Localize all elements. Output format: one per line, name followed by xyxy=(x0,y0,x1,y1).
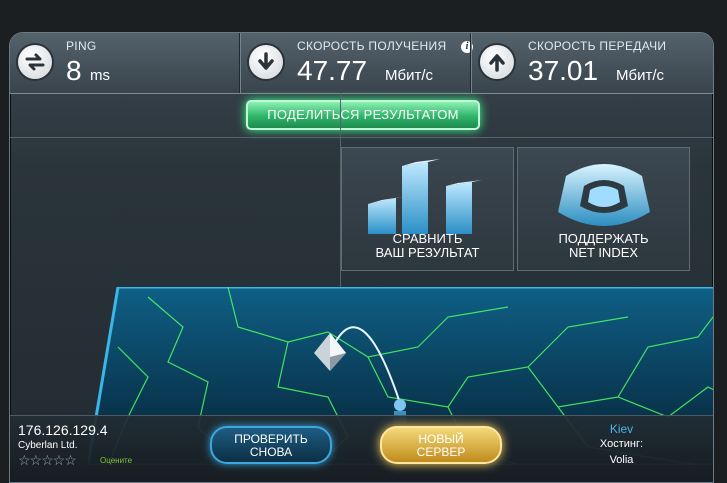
upload-unit: Мбит/с xyxy=(616,67,665,84)
download-stat: СКОРОСТЬ ПОЛУЧЕНИЯ 47.77 Мбит/с xyxy=(241,33,469,93)
upload-stat: СКОРОСТЬ ПЕРЕДАЧИ 37.01 Мбит/с xyxy=(472,33,713,93)
stat-divider xyxy=(470,33,471,93)
support-net-index-panel[interactable]: ПОДДЕРЖАТЬ NET INDEX xyxy=(517,147,690,271)
client-info: 176.126.129.4 Cyberlan Ltd. ☆☆☆☆☆ Оценит… xyxy=(10,416,180,482)
rating-stars[interactable]: ☆☆☆☆☆ xyxy=(18,452,77,469)
host-name: Volia xyxy=(609,454,634,466)
bar-chart-icon xyxy=(368,159,482,234)
download-unit: Мбит/с xyxy=(385,67,434,84)
download-value: 47.77 xyxy=(297,55,368,86)
isp-name: Cyberlan Ltd. xyxy=(18,440,78,451)
download-label: СКОРОСТЬ ПОЛУЧЕНИЯ xyxy=(297,39,447,53)
upload-arrow-icon xyxy=(480,45,514,79)
net-index-logo-icon xyxy=(558,164,650,226)
download-arrow-icon xyxy=(249,45,283,79)
new-server-button[interactable]: НОВЫЙ СЕРВЕР xyxy=(380,426,502,464)
compare-result-panel[interactable]: СРАВНИТЬ ВАШ РЕЗУЛЬТАТ xyxy=(341,147,514,271)
speedtest-frame: PING 8 ms СКОРОСТЬ ПОЛУЧЕНИЯ 47.77 Мбит/… xyxy=(9,32,714,483)
ping-stat: PING 8 ms xyxy=(10,33,238,93)
share-results-button[interactable]: ПОДЕЛИТЬСЯ РЕЗУЛЬТАТОМ xyxy=(246,100,480,130)
ping-value: 8 xyxy=(66,55,82,86)
upload-value: 37.01 xyxy=(528,55,599,86)
ip-address: 176.126.129.4 xyxy=(18,422,108,438)
ping-unit: ms xyxy=(90,67,110,84)
server-info: Kiev Хостинг: Volia xyxy=(530,416,713,482)
retest-button[interactable]: ПРОВЕРИТЬ СНОВА xyxy=(210,426,332,464)
support-net-index-label: ПОДДЕРЖАТЬ NET INDEX xyxy=(558,231,649,260)
bottom-bar: 176.126.129.4 Cyberlan Ltd. ☆☆☆☆☆ Оценит… xyxy=(10,415,713,482)
test-arc-graphic xyxy=(314,326,406,423)
divider-line xyxy=(10,137,713,138)
server-city: Kiev xyxy=(609,422,634,436)
hosting-label: Хостинг: xyxy=(599,438,644,450)
stats-bar: PING 8 ms СКОРОСТЬ ПОЛУЧЕНИЯ 47.77 Мбит/… xyxy=(10,33,713,94)
compare-result-label: СРАВНИТЬ ВАШ РЕЗУЛЬТАТ xyxy=(375,231,480,260)
ping-label: PING xyxy=(66,39,97,53)
rate-label[interactable]: Оцените xyxy=(100,456,132,465)
upload-label: СКОРОСТЬ ПЕРЕДАЧИ xyxy=(528,39,667,53)
stat-divider xyxy=(239,33,240,93)
ping-arrows-icon xyxy=(18,45,52,79)
